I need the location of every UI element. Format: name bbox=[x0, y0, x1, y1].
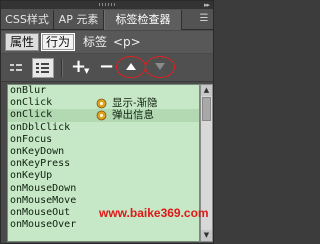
event-row[interactable]: onMouseOver bbox=[8, 219, 199, 231]
scroll-up-icon[interactable]: ▲ bbox=[201, 85, 212, 96]
event-name: onClick bbox=[10, 97, 53, 109]
remove-behavior-button[interactable]: − bbox=[99, 56, 115, 78]
panel-menu-icon[interactable]: ☰ bbox=[198, 13, 210, 24]
event-name: onMouseOver bbox=[10, 219, 77, 231]
list-icon bbox=[10, 64, 22, 71]
tag-label: 标签 bbox=[83, 35, 108, 49]
show-set-events-button[interactable] bbox=[5, 58, 27, 78]
behavior-action: 显示-渐隐 bbox=[112, 97, 158, 110]
tab-css-styles[interactable]: CSS样式 bbox=[1, 10, 54, 30]
collapse-icon[interactable]: ▸▸ bbox=[204, 1, 210, 9]
move-down-button[interactable] bbox=[145, 56, 175, 78]
panel-tab-bar: CSS样式 AP 元素 标签检查器 ☰ bbox=[1, 9, 213, 30]
event-name: onMouseMove bbox=[10, 194, 77, 206]
grip-dots bbox=[99, 3, 115, 6]
inspector-subtabs: 属性 行为 标签 <p> bbox=[1, 31, 213, 53]
move-up-button[interactable] bbox=[116, 56, 146, 78]
triangle-down-icon bbox=[155, 63, 165, 70]
show-all-events-button[interactable] bbox=[32, 58, 54, 78]
behavior-gear-icon bbox=[96, 110, 107, 121]
list-all-icon bbox=[36, 63, 49, 73]
subtab-behaviors[interactable]: 行为 bbox=[41, 33, 75, 51]
tab-ap-elements[interactable]: AP 元素 bbox=[54, 10, 104, 30]
triangle-up-icon bbox=[126, 63, 136, 70]
event-row[interactable]: onMouseDown bbox=[8, 183, 199, 195]
event-row[interactable]: onKeyPress bbox=[8, 158, 199, 170]
event-row[interactable]: onKeyUp bbox=[8, 170, 199, 182]
tag-name: <p> bbox=[113, 35, 141, 49]
event-row[interactable]: onClick 显示-渐隐 bbox=[8, 97, 199, 109]
event-name: onKeyDown bbox=[10, 145, 65, 157]
scroll-thumb[interactable] bbox=[202, 97, 211, 121]
behavior-gear-icon bbox=[96, 98, 107, 109]
add-behavior-button[interactable]: + ▼ bbox=[71, 58, 93, 78]
chevron-down-icon: ▼ bbox=[84, 67, 90, 75]
event-name: onClick bbox=[10, 109, 53, 121]
event-row[interactable]: onBlur bbox=[8, 85, 199, 97]
watermark: www.baike369.com bbox=[99, 206, 209, 220]
scroll-down-icon[interactable]: ▼ bbox=[201, 230, 212, 241]
event-row[interactable]: onDblClick bbox=[8, 122, 199, 134]
behavior-action: 弹出信息 bbox=[112, 109, 154, 122]
tab-tag-inspector[interactable]: 标签检查器 bbox=[104, 10, 182, 30]
remove-behavior-label: − bbox=[99, 56, 115, 77]
event-row[interactable]: onKeyDown bbox=[8, 146, 199, 158]
panel-grip[interactable]: ▸▸ bbox=[1, 1, 213, 9]
behaviors-toolbar: + ▼ − bbox=[1, 54, 213, 82]
event-name: onFocus bbox=[10, 133, 53, 145]
event-name: onMouseDown bbox=[10, 182, 77, 194]
event-row[interactable]: onClick 弹出信息 bbox=[8, 109, 199, 122]
event-name: onKeyPress bbox=[10, 158, 71, 170]
subtab-attributes[interactable]: 属性 bbox=[5, 33, 39, 51]
tag-inspector-panel: ▸▸ CSS样式 AP 元素 标签检查器 ☰ 属性 行为 标签 <p> + ▼ … bbox=[0, 0, 214, 244]
toolbar-divider bbox=[61, 59, 62, 77]
event-name: onKeyUp bbox=[10, 170, 53, 182]
event-name: onMouseOut bbox=[10, 206, 71, 218]
event-name: onDblClick bbox=[10, 121, 71, 133]
event-row[interactable]: onFocus bbox=[8, 134, 199, 146]
event-name: onBlur bbox=[10, 85, 47, 96]
